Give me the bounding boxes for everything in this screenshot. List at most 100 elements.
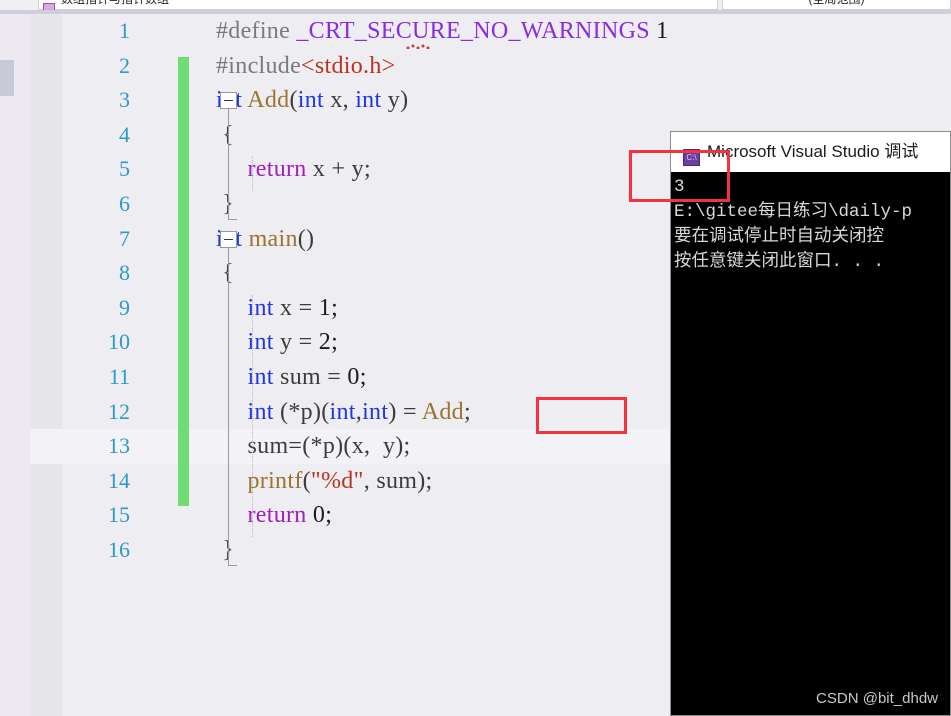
code-token: = [298, 329, 313, 356]
code-token: int [355, 87, 382, 114]
indent-guide [252, 156, 253, 191]
code-token: x [273, 294, 299, 321]
code-text: } [216, 187, 234, 222]
code-token: (*p)( [302, 433, 352, 460]
code-token: = [402, 398, 422, 425]
tab-active-document[interactable]: 数组指针与指针数组 [38, 0, 718, 10]
line-number: 12 [108, 398, 130, 424]
code-token: #define [216, 18, 297, 44]
code-token: ); [417, 467, 433, 494]
code-token: _CRT_SECURE_NO_WARNINGS [296, 18, 650, 44]
code-text: printf("%d", sum); [216, 464, 433, 499]
code-text: return x + y; [216, 152, 371, 187]
code-token: printf [247, 467, 303, 494]
code-token: ) [388, 398, 403, 425]
line-number: 3 [119, 87, 130, 113]
code-token: y [376, 433, 396, 460]
screen-root: 数组指针与指针数组 (全局范围) 1 #define _CRT_SECURE_NO… [0, 0, 951, 716]
code-text: { [216, 118, 234, 153]
code-token: return [247, 502, 307, 529]
code-text: int Add(int x, int y) [216, 83, 408, 118]
code-text: #include<stdio.h> [216, 49, 396, 84]
code-token: ( [302, 467, 311, 494]
editor-tab-strip: 数组指针与指针数组 (全局范围) [0, 0, 951, 10]
code-text: int x = 1; [216, 291, 338, 326]
code-token: int [297, 87, 325, 114]
line-number: 13 [108, 433, 130, 459]
indent-guide [252, 294, 253, 537]
code-token: "%d" [310, 467, 364, 494]
scope-dropdown[interactable]: (全局范围) [722, 0, 951, 10]
line-number: 5 [119, 156, 130, 182]
line-number: 8 [119, 260, 130, 286]
code-token: ( [289, 87, 298, 114]
code-text: sum=(*p)(x, y); [216, 429, 411, 464]
code-line[interactable]: 3 int Add(int x, int y) [30, 83, 951, 118]
fold-guide-end [228, 565, 237, 566]
code-token: () [297, 225, 315, 252]
code-token: x, [351, 433, 377, 460]
code-token: y [273, 329, 299, 356]
code-token: x [306, 156, 332, 183]
code-token: = [298, 294, 313, 321]
code-text: int (*p)(int,int) = Add; [216, 395, 471, 430]
csdn-watermark: CSDN @bit_dhdw [816, 690, 938, 707]
code-token: 0; [306, 502, 333, 529]
code-token: y [381, 87, 401, 114]
line-number: 11 [108, 363, 130, 389]
code-token: Add [421, 398, 464, 425]
code-token: Add [247, 87, 290, 114]
code-token: { [216, 121, 235, 148]
code-token: <stdio.h> [301, 52, 396, 79]
code-token: return [247, 156, 307, 183]
debug-console-window[interactable]: C:\ Microsoft Visual Studio 调试 3 E:\gitee每… [670, 131, 951, 716]
error-squiggle-icon [406, 44, 436, 49]
fold-guide-line [228, 109, 229, 219]
left-scrollbar-thumb[interactable] [0, 60, 14, 96]
code-token: sum [273, 363, 328, 390]
left-rail [0, 14, 30, 716]
function-pointer-assign-highlight-box [536, 397, 627, 434]
code-token: 1 [649, 18, 669, 44]
code-token: } [216, 536, 235, 563]
code-line[interactable]: 2 #include<stdio.h> [30, 49, 951, 84]
console-output: 3 E:\gitee每日练习\daily-p 要在调试停止时自动关闭控 按任意键关闭此… [671, 172, 950, 715]
code-token: int [362, 398, 389, 425]
console-output-line: 要在调试停止时自动关闭控 [674, 227, 884, 247]
code-token: int [329, 398, 356, 425]
console-title-text: Microsoft Visual Studio 调试 [707, 142, 919, 161]
code-text: } [216, 533, 234, 568]
line-number: 14 [108, 467, 130, 493]
code-token: #include [216, 52, 302, 79]
console-output-highlight-box [629, 150, 730, 202]
fold-guide-end [228, 219, 237, 220]
console-output-line: E:\gitee每日练习\daily-p [674, 202, 913, 222]
code-token: + [331, 156, 346, 183]
line-number: 2 [119, 52, 130, 78]
code-line[interactable]: 1 #define _CRT_SECURE_NO_WARNINGS 1 [30, 14, 951, 49]
code-text: int sum = 0; [216, 360, 367, 395]
line-number: 7 [119, 225, 130, 251]
code-text: int y = 2; [216, 325, 338, 360]
code-token: 1; [312, 294, 339, 321]
collapse-region-icon[interactable] [220, 230, 237, 248]
code-token: main [248, 225, 298, 252]
code-token: y; [345, 156, 371, 183]
document-icon [43, 3, 55, 10]
console-output-line: 按任意键关闭此窗口. . . [674, 252, 885, 272]
collapse-region-icon[interactable] [220, 92, 237, 110]
code-token: 0; [341, 363, 367, 390]
fold-guide-line [228, 247, 229, 565]
line-number: 1 [119, 18, 130, 43]
line-number: 15 [108, 502, 130, 528]
line-number: 16 [108, 536, 130, 562]
line-number: 4 [119, 121, 130, 147]
code-token: ; [463, 398, 471, 425]
line-number: 9 [119, 294, 130, 320]
code-token: } [216, 190, 235, 217]
